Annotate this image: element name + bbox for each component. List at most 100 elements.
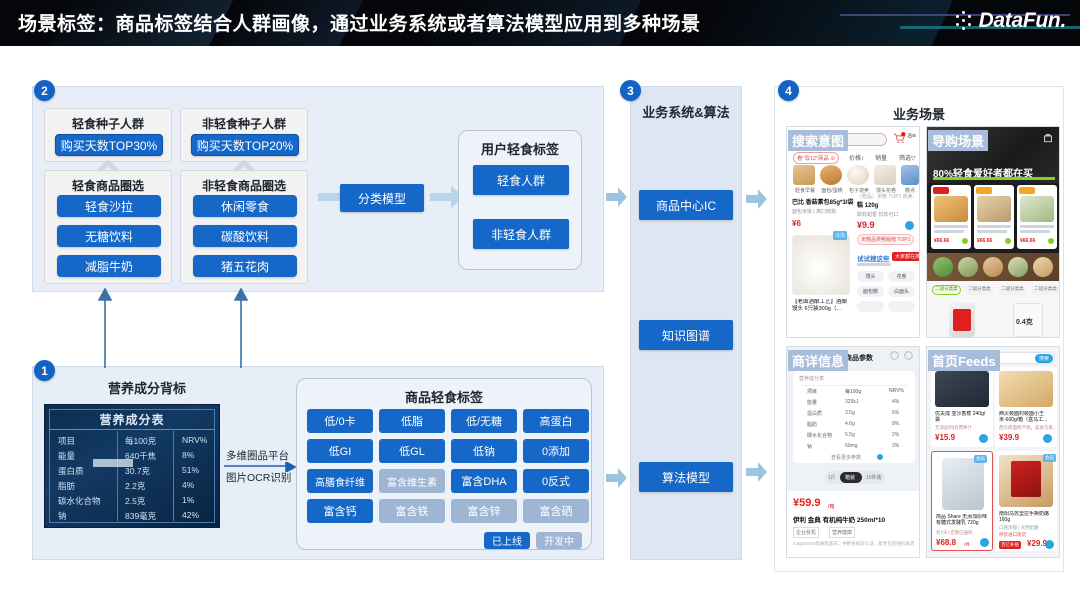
- detail-product-title[interactable]: 伊利 金典 有机纯牛奶 250ml*10: [793, 514, 885, 524]
- detail-description: 3.6g/100ml优质乳蛋白，中欧有机双认证，新老包装随机发货: [793, 541, 915, 546]
- guide-cat-circle-4[interactable]: [1033, 257, 1053, 277]
- suggest-chip-5[interactable]: [888, 301, 915, 312]
- feeds-item-title-1[interactable]: 西贝莜面村莜面小王米-600g/箱（盒马工...: [999, 411, 1053, 423]
- product-tag-3-2[interactable]: 富含锌: [451, 499, 517, 523]
- add-to-cart-icon-right[interactable]: [905, 221, 914, 230]
- sort-filter[interactable]: 筛选▽: [899, 153, 916, 162]
- category-thumb-2[interactable]: [847, 165, 869, 185]
- feeds-cart-icon-2[interactable]: [980, 538, 989, 547]
- detail-more-icon[interactable]: [877, 454, 883, 460]
- feeds-cart-icon-0[interactable]: [979, 434, 988, 443]
- detail-tab-2[interactable]: 10件装: [866, 474, 882, 481]
- product-tag-2-0[interactable]: 高膳食纤维: [307, 469, 373, 493]
- category-thumb-0[interactable]: [793, 165, 815, 185]
- classification-model-button[interactable]: 分类模型: [340, 184, 424, 212]
- share-icon[interactable]: [890, 351, 899, 360]
- product-tag-0-2[interactable]: 低/无糖: [451, 409, 517, 433]
- nutrition-header-2: NRV%: [182, 435, 208, 445]
- seed-group-button-nonlight[interactable]: 购买天数TOP20%: [191, 134, 299, 156]
- feeds-cart-icon-1[interactable]: [1043, 434, 1052, 443]
- sort-sales[interactable]: 销量: [875, 153, 887, 162]
- search-rank-pill[interactable]: 米糕品类畅销榜 TOP1: [857, 234, 915, 245]
- search-product-left-image[interactable]: [792, 235, 850, 295]
- business-system-ic[interactable]: 商品中心IC: [639, 190, 733, 220]
- product-group-card-nonlight: 非轻食商品圈选 休闲零食 碳酸饮料 猪五花肉: [180, 170, 308, 284]
- scenario-screen-guide[interactable]: 80%轻食爱好者都在买 ¥66.66 ¥66.66 ¥66.66 二级分类类 二…: [926, 126, 1060, 338]
- scenario-screen-feeds[interactable]: 搜索 优夫成 亚沙香蕉 240g/袋 无添加剂|有营养汁 ¥15.9 西贝莜面村…: [926, 346, 1060, 558]
- feeds-item-2[interactable]: 会员 简品 Share 无添加原味有糖式发酵乳 720g 有7天+定期已送购 ¥…: [931, 451, 993, 551]
- product-tag-1-2[interactable]: 低钠: [451, 439, 517, 463]
- guide-card-cart-icon-2[interactable]: [1048, 238, 1054, 244]
- sort-price[interactable]: 价格↕: [849, 153, 864, 162]
- guide-cat-circle-2[interactable]: [983, 257, 1003, 277]
- guide-card-2[interactable]: ¥66.66: [1017, 185, 1057, 249]
- search-product-right-title[interactable]: 糕 120g: [857, 200, 878, 209]
- product-tag-nonlight-0[interactable]: 休闲零食: [193, 195, 297, 217]
- feeds-item-0[interactable]: 优夫成 亚沙香蕉 240g/袋 无添加剂|有营养汁 ¥15.9: [931, 367, 993, 447]
- product-tag-0-1[interactable]: 低脂: [379, 409, 445, 433]
- feeds-item-3[interactable]: 会员 南阳马苏里拉手撕奶酪 160g 口感浓郁 | 天然奶酪 原装进口现货 百亿…: [995, 451, 1057, 551]
- detail-more-link[interactable]: 查看更多参数: [831, 454, 861, 461]
- seed-group-button-light[interactable]: 购买天数TOP30%: [55, 134, 163, 156]
- bag-icon[interactable]: [1043, 133, 1053, 143]
- product-tag-2-3[interactable]: 0反式: [523, 469, 589, 493]
- scenario-label-detail: 商详信息: [788, 350, 849, 371]
- category-thumb-4[interactable]: [901, 165, 919, 185]
- product-tag-light-0[interactable]: 轻食沙拉: [57, 195, 161, 217]
- feeds-cart-icon-3[interactable]: [1045, 540, 1054, 549]
- search-filter-pill[interactable]: 看"双12"商品 ⊘: [793, 152, 840, 164]
- product-tag-0-0[interactable]: 低/0卡: [307, 409, 373, 433]
- more-icon[interactable]: [904, 351, 913, 360]
- business-system-algo[interactable]: 算法模型: [639, 462, 733, 492]
- user-tag-light[interactable]: 轻食人群: [473, 165, 569, 195]
- guide-cat-circle-0[interactable]: [933, 257, 953, 277]
- product-tag-1-0[interactable]: 低GI: [307, 439, 373, 463]
- feeds-search-button[interactable]: 搜索: [1035, 354, 1054, 363]
- seed-group-card-nonlight: 非轻食种子人群 购买天数TOP20%: [180, 108, 308, 162]
- cart-icon[interactable]: [893, 132, 906, 145]
- scenario-screen-search[interactable]: 8≡ 看"双12"商品 ⊘ 价格↕ 销量 筛选▽ 轻食早餐 面包/蛋糕 包子烧卖…: [786, 126, 920, 338]
- nutrition-row-1-c0: 蛋白质: [58, 466, 84, 476]
- search-suggest-button[interactable]: 大家都在搜: [892, 252, 919, 261]
- product-tag-3-1[interactable]: 富含铁: [379, 499, 445, 523]
- detail-tab-1[interactable]: 箱装: [845, 474, 855, 481]
- guide-card-1[interactable]: ¥66.66: [974, 185, 1014, 249]
- guide-bottom-product-label: [953, 309, 971, 331]
- detail-row-0-c1: 329kJ: [845, 399, 859, 405]
- guide-card-0[interactable]: ¥66.66: [931, 185, 971, 249]
- guide-cat-circle-3[interactable]: [1008, 257, 1028, 277]
- user-tag-nonlight[interactable]: 非轻食人群: [473, 219, 569, 249]
- suggest-chip-4[interactable]: [857, 301, 884, 312]
- detail-price-unit: /箱: [828, 504, 835, 510]
- product-tag-nonlight-1[interactable]: 碳酸饮料: [193, 225, 297, 247]
- feeds-item-title-0[interactable]: 优夫成 亚沙香蕉 240g/袋: [935, 411, 989, 423]
- guide-card-title-blur-2b: [1020, 230, 1050, 233]
- legend-in-development: 开发中: [536, 532, 582, 549]
- product-tag-light-2[interactable]: 减脂牛奶: [57, 255, 161, 277]
- search-bottom-product[interactable]: 【老面酒酿工艺】酒酿馒头 6只装300g（...: [792, 299, 852, 313]
- product-tag-1-3[interactable]: 0添加: [523, 439, 589, 463]
- product-tag-light-1[interactable]: 无糖饮料: [57, 225, 161, 247]
- business-system-kg[interactable]: 知识图谱: [639, 320, 733, 350]
- guide-card-cart-icon-1[interactable]: [1005, 238, 1011, 244]
- category-thumb-3[interactable]: [874, 165, 896, 185]
- feeds-item-1[interactable]: 西贝莜面村莜面小王米-600g/箱（盒马工... 西贝莜面原产地，美食写家...…: [995, 367, 1057, 447]
- detail-tab-0[interactable]: 1斤: [828, 474, 836, 481]
- product-tag-0-3[interactable]: 高蛋白: [523, 409, 589, 433]
- product-tag-3-3[interactable]: 富含硒: [523, 499, 589, 523]
- list-view-icon[interactable]: 8≡: [908, 133, 916, 140]
- guide-cat-circle-1[interactable]: [958, 257, 978, 277]
- guide-card-cart-icon-0[interactable]: [962, 238, 968, 244]
- product-tag-2-1[interactable]: 富含维生素: [379, 469, 445, 493]
- search-product-left-title[interactable]: 巴比 香菇素包85g*3/袋: [792, 197, 854, 206]
- product-tag-nonlight-2[interactable]: 猪五花肉: [193, 255, 297, 277]
- feeds-item-title-2[interactable]: 简品 Share 无添加原味有糖式发酵乳 720g: [936, 514, 990, 526]
- product-tag-3-0[interactable]: 富含钙: [307, 499, 373, 523]
- detail-header-0: 项目: [807, 389, 818, 395]
- product-tag-1-1[interactable]: 低GL: [379, 439, 445, 463]
- feeds-item-title-3[interactable]: 南阳马苏里拉手撕奶酪 160g: [999, 511, 1053, 523]
- category-thumb-1[interactable]: [820, 165, 842, 185]
- product-tag-2-2[interactable]: 富含DHA: [451, 469, 517, 493]
- scenario-screen-detail[interactable]: 商品参数 营养成分表 项目 每100g NRV% 能量 329kJ 4% 蛋白质…: [786, 346, 920, 558]
- user-tags-title: 用户轻食标签: [480, 142, 559, 157]
